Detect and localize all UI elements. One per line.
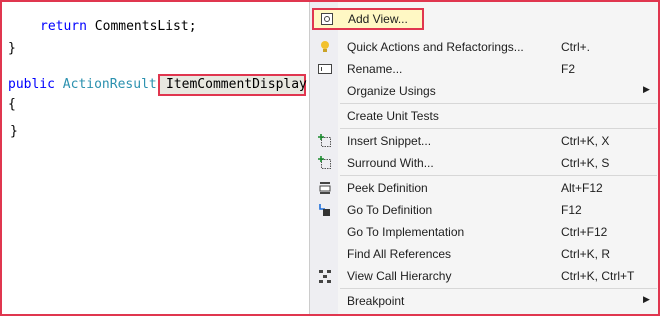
menu-item-breakpoint[interactable]: Breakpoint ▶ — [310, 290, 659, 312]
menu-separator — [340, 288, 657, 289]
menu-item-add-view[interactable]: Add View... — [312, 8, 424, 30]
menu-item-find-all-references[interactable]: Find All References Ctrl+K, R — [310, 243, 659, 265]
add-view-icon — [319, 11, 335, 27]
go-to-definition-icon — [317, 202, 333, 218]
code-line-return: return CommentsList; — [40, 19, 197, 34]
context-menu: Add View... Quick Actions and Refactorin… — [309, 2, 658, 314]
code-line-method-signature: public ActionResult — [8, 77, 157, 92]
rename-icon — [317, 61, 333, 77]
menu-separator — [340, 128, 657, 129]
menu-item-surround-with[interactable]: Surround With... Ctrl+K, S — [310, 152, 659, 174]
menu-item-quick-actions[interactable]: Quick Actions and Refactorings... Ctrl+. — [310, 36, 659, 58]
code-editor[interactable]: return CommentsList; } public ActionResu… — [2, 2, 308, 314]
code-line-close-brace: } — [8, 41, 16, 56]
menu-item-create-unit-tests[interactable]: Create Unit Tests — [310, 105, 659, 127]
insert-snippet-icon — [317, 133, 333, 149]
menu-item-insert-snippet[interactable]: Insert Snippet... Ctrl+K, X — [310, 130, 659, 152]
submenu-arrow-icon: ▶ — [643, 294, 650, 304]
code-line-open-brace: { — [8, 97, 16, 112]
menu-item-peek-definition[interactable]: Peek Definition Alt+F12 — [310, 177, 659, 199]
surround-with-icon — [317, 155, 333, 171]
menu-item-organize-usings[interactable]: Organize Usings ▶ — [310, 80, 659, 102]
menu-separator — [340, 175, 657, 176]
menu-item-rename[interactable]: Rename... F2 — [310, 58, 659, 80]
menu-item-go-to-definition[interactable]: Go To Definition F12 — [310, 199, 659, 221]
call-hierarchy-icon — [317, 268, 333, 284]
submenu-arrow-icon: ▶ — [643, 84, 650, 94]
menu-item-go-to-implementation[interactable]: Go To Implementation Ctrl+F12 — [310, 221, 659, 243]
selected-method-name[interactable]: ItemCommentDisplay — [158, 74, 307, 96]
lightbulb-icon — [317, 39, 333, 55]
peek-definition-icon — [317, 180, 333, 196]
menu-item-view-call-hierarchy[interactable]: View Call Hierarchy Ctrl+K, Ctrl+T — [310, 265, 659, 287]
code-line-close-brace-2: } — [10, 124, 18, 139]
menu-separator — [340, 103, 657, 104]
